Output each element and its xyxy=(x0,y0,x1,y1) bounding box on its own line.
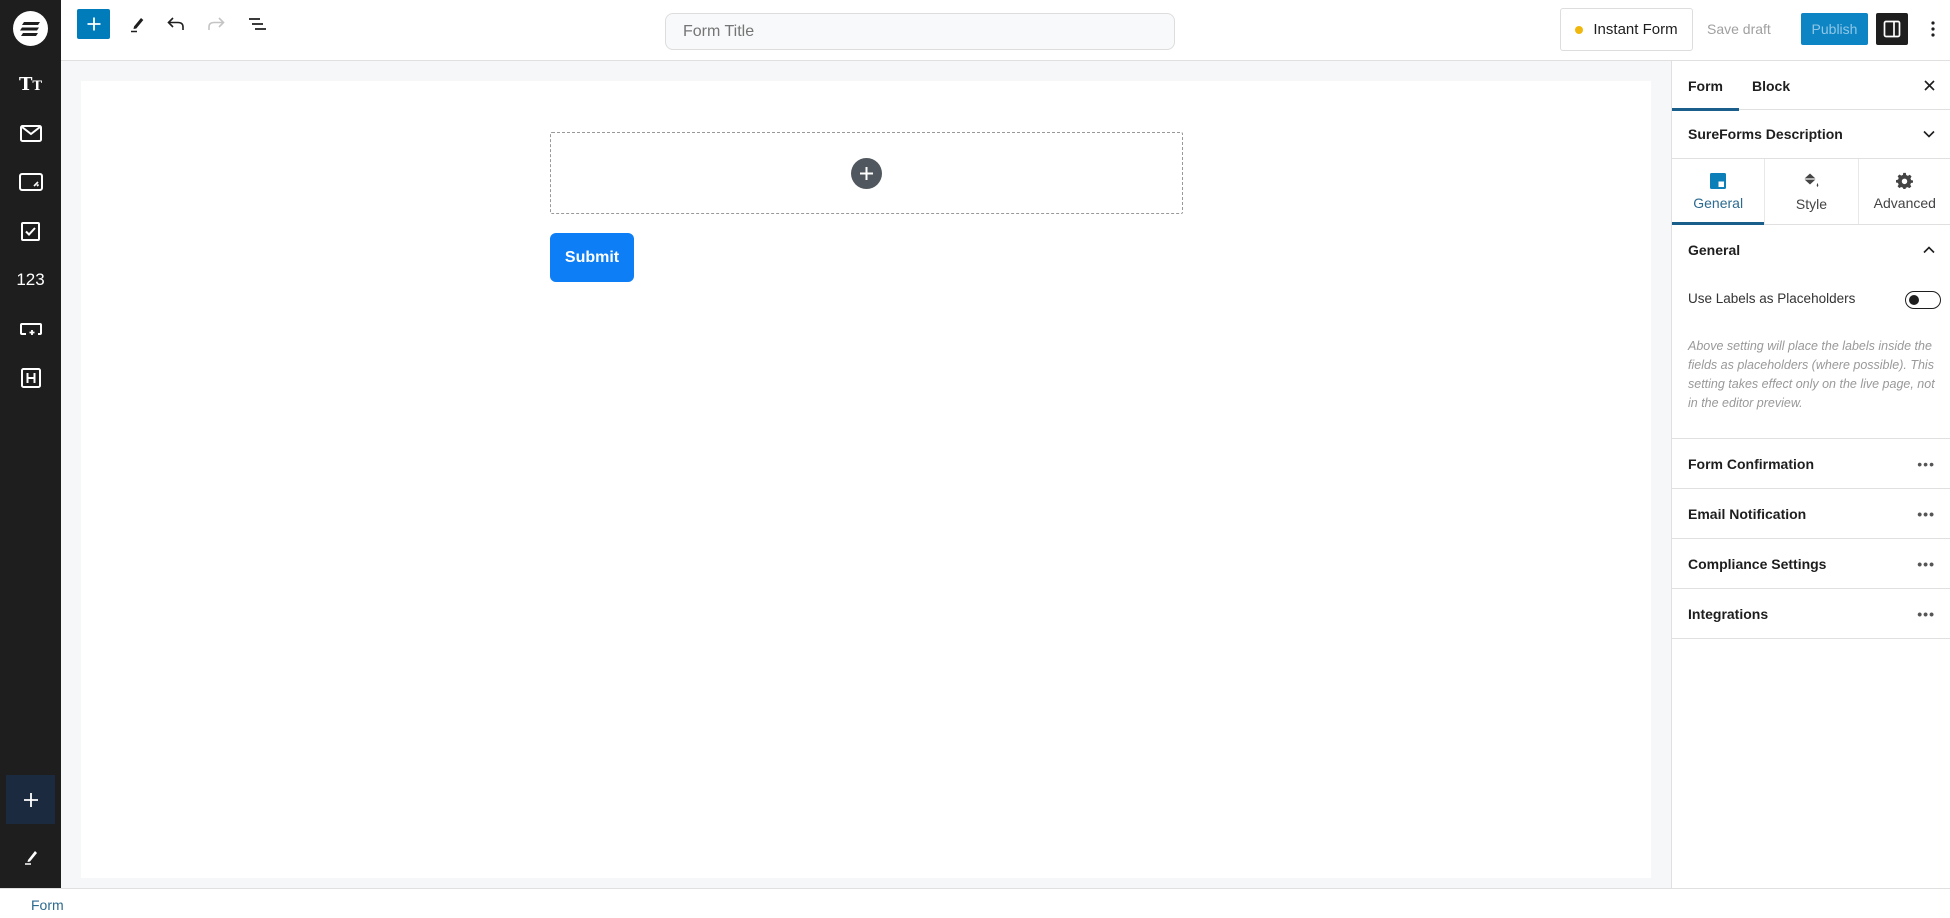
more-horizontal-icon[interactable]: ••• xyxy=(1917,456,1935,472)
save-draft-button[interactable]: Save draft xyxy=(1707,13,1771,45)
sidebar-item-checkbox-field[interactable] xyxy=(0,211,61,251)
status-dot-icon xyxy=(1575,25,1584,34)
sidebar-edit-button[interactable] xyxy=(0,842,61,872)
options-menu-button[interactable] xyxy=(1921,13,1945,45)
undo-icon xyxy=(167,17,184,30)
subtab-advanced-label: Advanced xyxy=(1873,195,1936,211)
sureforms-description-row[interactable]: SureForms Description xyxy=(1672,110,1950,159)
panel-tabs: Form Block xyxy=(1672,61,1950,111)
heading-icon xyxy=(20,368,41,388)
section-form-confirmation[interactable]: Form Confirmation ••• xyxy=(1672,439,1950,489)
subtab-general[interactable]: General xyxy=(1672,159,1765,225)
form-title-input[interactable] xyxy=(665,13,1175,50)
more-horizontal-icon[interactable]: ••• xyxy=(1917,606,1935,622)
settings-panel-toggle[interactable] xyxy=(1876,13,1908,45)
sidebar-item-email-field[interactable] xyxy=(0,113,61,153)
sureforms-logo[interactable] xyxy=(13,11,48,46)
section-label: Email Notification xyxy=(1688,505,1807,522)
breadcrumb-form[interactable]: Form xyxy=(31,897,64,913)
general-section-title: General xyxy=(1688,242,1741,258)
block-inserter-button[interactable] xyxy=(77,9,110,39)
subtab-advanced[interactable]: Advanced xyxy=(1857,159,1950,224)
instant-form-button[interactable]: Instant Form xyxy=(1560,8,1693,51)
plus-icon xyxy=(860,166,873,180)
editor-canvas-area: Submit xyxy=(61,61,1671,888)
document-overview-button[interactable] xyxy=(242,9,272,39)
redo-icon xyxy=(208,17,225,30)
sidebar-toggle-icon xyxy=(1883,20,1901,38)
sidebar-item-number-field[interactable]: 123 xyxy=(0,260,61,300)
chevron-down-icon xyxy=(1923,130,1935,138)
settings-panel: Form Block SureForms Description General… xyxy=(1671,61,1950,888)
editor-canvas: Submit xyxy=(81,81,1651,878)
close-icon xyxy=(1923,79,1935,91)
add-block-button[interactable] xyxy=(851,157,882,189)
description-label: SureForms Description xyxy=(1688,126,1843,142)
pencil-icon xyxy=(131,17,144,32)
use-labels-placeholders-label: Use Labels as Placeholders xyxy=(1688,291,1856,306)
placeholder-help-text: Above setting will place the labels insi… xyxy=(1688,339,1935,410)
paint-bucket-icon xyxy=(1804,173,1819,187)
section-compliance-settings[interactable]: Compliance Settings ••• xyxy=(1672,539,1950,589)
publish-button[interactable]: Publish xyxy=(1801,13,1868,45)
subtab-general-label: General xyxy=(1693,194,1744,211)
dropdown-icon xyxy=(19,323,42,335)
pencil-icon xyxy=(24,851,37,865)
section-label: Compliance Settings xyxy=(1688,555,1827,572)
layout-icon xyxy=(1710,172,1727,189)
redo-button[interactable] xyxy=(201,9,231,39)
plus-icon xyxy=(87,17,100,31)
section-label: Integrations xyxy=(1688,605,1769,622)
editor-footer: Form xyxy=(0,888,1950,918)
typography-icon: TT xyxy=(18,73,43,95)
toggle-knob xyxy=(1909,295,1919,305)
sidebar-item-dropdown-field[interactable] xyxy=(0,309,61,349)
submit-button[interactable]: Submit xyxy=(550,233,634,282)
plus-icon xyxy=(23,792,38,807)
section-email-notification[interactable]: Email Notification ••• xyxy=(1672,489,1950,539)
tools-button[interactable] xyxy=(122,9,152,39)
chevron-up-icon xyxy=(1923,246,1935,254)
tab-block[interactable]: Block xyxy=(1736,61,1806,110)
sidebar-item-text-field[interactable]: TT xyxy=(0,64,61,104)
sidebar-item-textarea-field[interactable] xyxy=(0,162,61,202)
more-horizontal-icon[interactable]: ••• xyxy=(1917,506,1935,522)
undo-button[interactable] xyxy=(161,9,191,39)
list-view-icon xyxy=(249,18,266,30)
section-label: Form Confirmation xyxy=(1688,455,1814,472)
checkbox-icon xyxy=(21,221,40,241)
editor-header: Instant Form Save draft Publish xyxy=(61,0,1950,61)
instant-form-label: Instant Form xyxy=(1593,21,1678,38)
section-integrations[interactable]: Integrations ••• xyxy=(1672,589,1950,639)
sidebar-item-heading-field[interactable] xyxy=(0,358,61,398)
tab-form[interactable]: Form xyxy=(1672,61,1739,111)
subtab-style[interactable]: Style xyxy=(1764,159,1857,224)
more-vertical-icon xyxy=(1931,21,1935,37)
subtab-style-label: Style xyxy=(1795,195,1828,212)
settings-subtabs: General Style Advanced xyxy=(1672,159,1950,225)
close-panel-button[interactable] xyxy=(1915,71,1943,99)
block-sidebar: TT 123 xyxy=(0,0,61,888)
block-appender[interactable] xyxy=(550,132,1183,214)
textarea-icon xyxy=(18,173,43,191)
general-section: General Use Labels as Placeholders Above… xyxy=(1672,225,1950,439)
envelope-icon xyxy=(19,124,42,142)
use-labels-placeholders-toggle[interactable] xyxy=(1905,291,1941,309)
number-icon: 123 xyxy=(16,270,45,289)
more-horizontal-icon[interactable]: ••• xyxy=(1917,556,1935,572)
gear-icon xyxy=(1896,172,1914,189)
sidebar-add-block-button[interactable] xyxy=(6,775,55,824)
general-section-header[interactable]: General xyxy=(1672,225,1950,275)
